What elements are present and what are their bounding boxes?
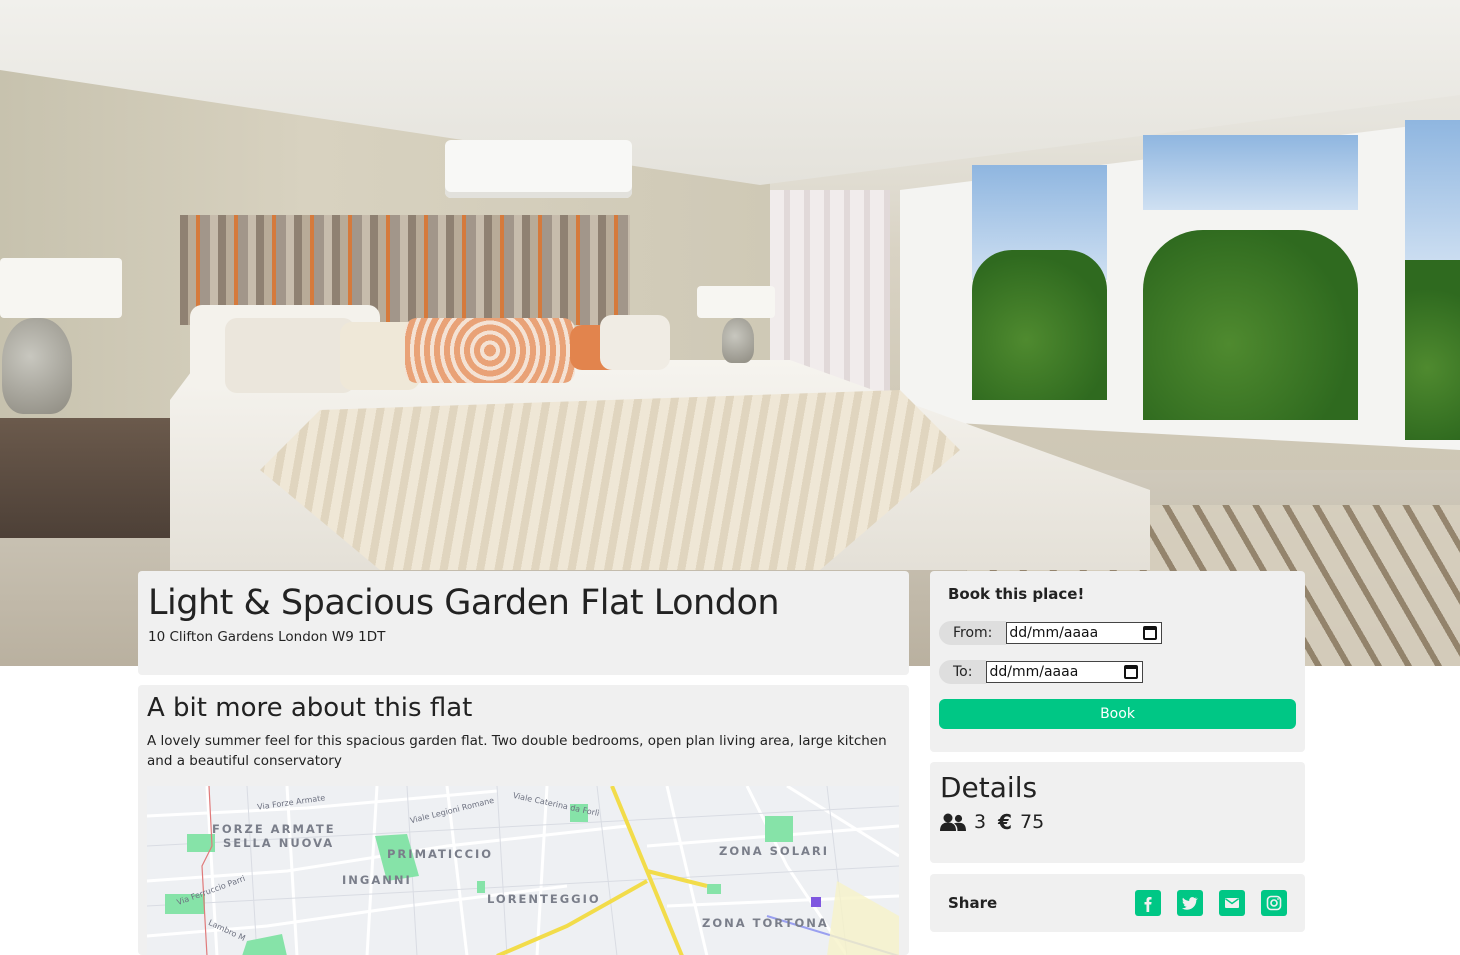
to-date-input[interactable]: dd/mm/aaaa <box>986 661 1144 683</box>
map[interactable]: FORZE ARMATE SELLA NUOVA PRIMATICCIO ING… <box>147 786 899 955</box>
map-label: PRIMATICCIO <box>387 847 494 861</box>
map-label: FORZE ARMATE <box>212 822 336 836</box>
facebook-icon[interactable] <box>1135 890 1161 916</box>
instagram-icon[interactable] <box>1261 890 1287 916</box>
price: 75 <box>1020 811 1045 833</box>
map-label: ZONA TORTONA <box>702 916 829 930</box>
map-label: INGANNI <box>342 873 412 887</box>
booking-card: Book this place! From: dd/mm/aaaa To: dd… <box>930 571 1305 752</box>
book-button[interactable]: Book <box>939 699 1296 729</box>
to-date-placeholder: dd/mm/aaaa <box>989 664 1079 680</box>
from-date-row: From: dd/mm/aaaa <box>939 620 1163 646</box>
map-label: LORENTEGGIO <box>487 892 601 906</box>
hero-photo <box>0 0 1460 666</box>
booking-heading: Book this place! <box>948 585 1085 603</box>
to-date-row: To: dd/mm/aaaa <box>939 659 1144 685</box>
details-row: 3 € 75 <box>940 810 1295 834</box>
description: A lovely summer feel for this spacious g… <box>147 733 887 769</box>
page-title: Light & Spacious Garden Flat London <box>148 583 780 623</box>
address: 10 Clifton Gardens London W9 1DT <box>148 629 386 645</box>
title-card: Light & Spacious Garden Flat London 10 C… <box>138 571 909 675</box>
map-label: ZONA SOLARI <box>719 844 830 858</box>
euro-icon: € <box>998 810 1013 834</box>
from-date-input[interactable]: dd/mm/aaaa <box>1006 622 1163 644</box>
share-label: Share <box>948 894 998 912</box>
share-card: Share <box>930 874 1305 932</box>
from-date-placeholder: dd/mm/aaaa <box>1009 625 1099 641</box>
calendar-icon[interactable] <box>1124 665 1139 679</box>
details-card: Details 3 € 75 <box>930 762 1305 863</box>
map-label: SELLA NUOVA <box>223 836 335 850</box>
about-heading: A bit more about this flat <box>147 693 473 723</box>
to-label: To: <box>939 660 987 684</box>
details-heading: Details <box>940 771 1038 804</box>
twitter-icon[interactable] <box>1177 890 1203 916</box>
calendar-icon[interactable] <box>1143 626 1158 640</box>
guests-count: 3 <box>974 811 987 833</box>
users-icon <box>940 813 966 831</box>
email-icon[interactable] <box>1219 890 1245 916</box>
about-card: A bit more about this flat A lovely summ… <box>138 685 909 955</box>
from-label: From: <box>939 621 1007 645</box>
share-icons <box>1135 890 1287 916</box>
